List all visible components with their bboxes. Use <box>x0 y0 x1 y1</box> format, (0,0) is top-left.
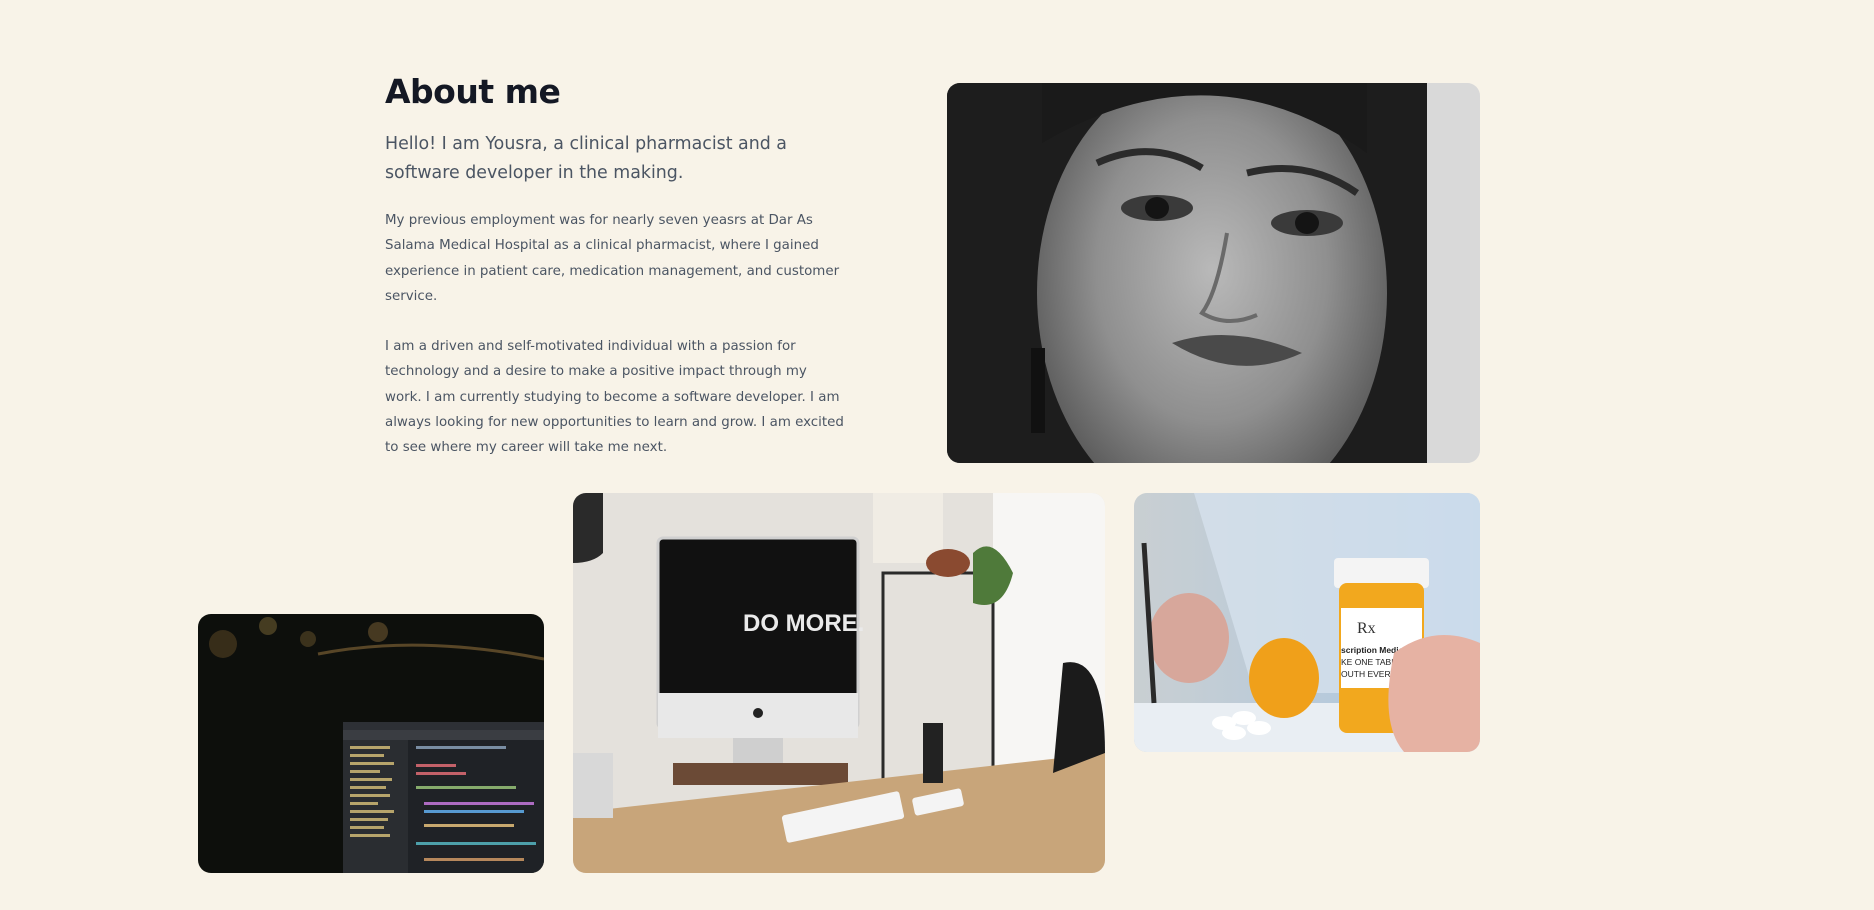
desk-workspace-photo: DO MORE. <box>573 493 1105 873</box>
about-lead: Hello! I am Yousra, a clinical pharmacis… <box>385 134 787 183</box>
pill-label-rx: Rx <box>1357 620 1376 637</box>
about-paragraph-2: I am a driven and self-motivated individ… <box>385 339 844 456</box>
about-title: About me <box>385 72 561 111</box>
about-section: About me Hello! I am Yousra, a clinical … <box>0 0 1874 910</box>
about-text: About me Hello! I am Yousra, a clinical … <box>385 70 845 461</box>
about-paragraph-1: My previous employment was for nearly se… <box>385 213 840 304</box>
prescription-bottle-photo: Rx scription Medica KE ONE TABLET OUTH E… <box>1134 493 1480 752</box>
laptop-code-photo <box>198 614 544 873</box>
desk-screen-text: DO MORE. <box>743 610 864 637</box>
portrait-photo <box>947 83 1480 463</box>
